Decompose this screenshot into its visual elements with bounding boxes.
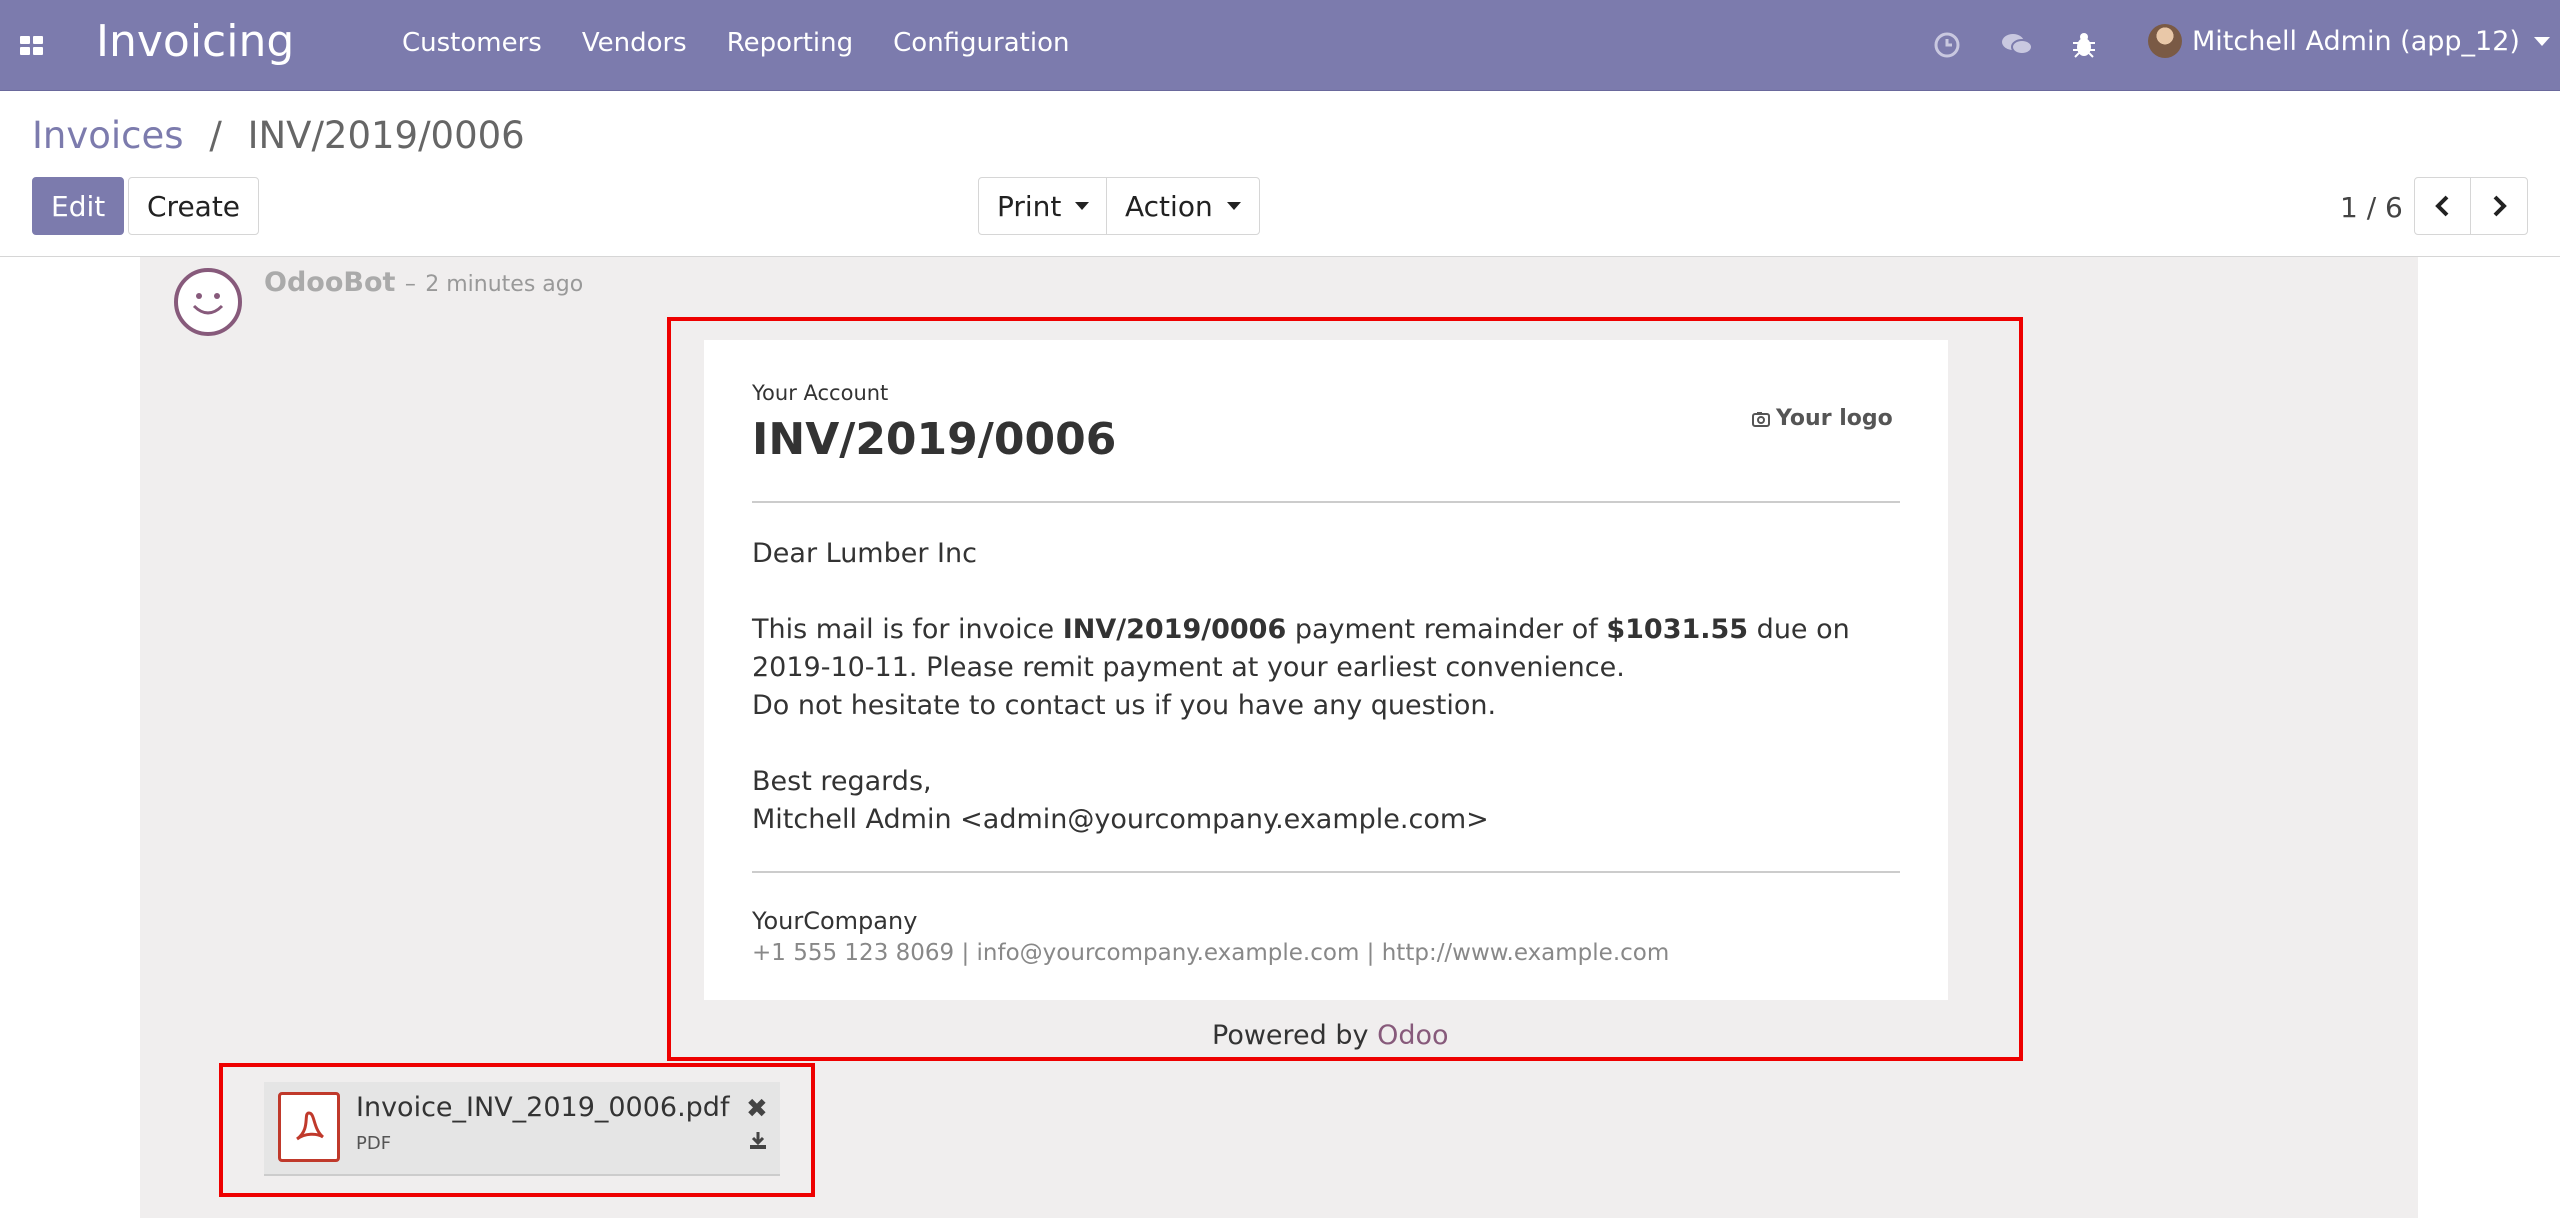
invoice-number: INV/2019/0006 bbox=[752, 414, 1117, 465]
bug-icon[interactable] bbox=[2067, 28, 2101, 62]
attachment-extension: PDF bbox=[356, 1133, 392, 1154]
pager-previous-button[interactable] bbox=[2414, 177, 2472, 235]
chevron-left-icon bbox=[2435, 195, 2449, 217]
breadcrumb-separator: / bbox=[209, 114, 222, 157]
account-label: Your Account bbox=[752, 381, 889, 405]
breadcrumb-current: INV/2019/0006 bbox=[247, 114, 525, 157]
mail-text: payment remainder of bbox=[1286, 614, 1607, 645]
acrobat-icon bbox=[296, 1111, 325, 1141]
mail-signature: Mitchell Admin <admin@yourcompany.exampl… bbox=[752, 804, 1489, 835]
menu-reporting[interactable]: Reporting bbox=[727, 28, 853, 58]
top-navbar: Invoicing Customers Vendors Reporting Co… bbox=[0, 0, 2560, 91]
mail-line-3: Do not hesitate to contact us if you hav… bbox=[752, 690, 1497, 721]
company-name: YourCompany bbox=[752, 907, 918, 935]
close-icon[interactable]: ✖ bbox=[746, 1094, 768, 1124]
mail-text: This mail is for invoice bbox=[752, 614, 1063, 645]
edit-button[interactable]: Edit bbox=[32, 177, 125, 235]
powered-by: Powered by Odoo bbox=[1212, 1020, 1449, 1051]
caret-down-icon bbox=[1226, 202, 1241, 210]
pdf-file-icon[interactable] bbox=[278, 1092, 340, 1162]
mail-divider-bottom bbox=[752, 871, 1900, 873]
app-title[interactable]: Invoicing bbox=[96, 16, 294, 67]
message-header: OdooBot – 2 minutes ago bbox=[264, 267, 583, 298]
chevron-right-icon bbox=[2493, 195, 2507, 217]
chat-icon[interactable] bbox=[2000, 28, 2034, 62]
mail-amount: $1031.55 bbox=[1606, 614, 1749, 645]
apps-menu-icon[interactable] bbox=[20, 36, 44, 56]
mail-greeting: Dear Lumber Inc bbox=[752, 538, 977, 569]
powered-by-text: Powered by bbox=[1212, 1020, 1369, 1051]
message-date: 2 minutes ago bbox=[425, 272, 584, 297]
action-label: Action bbox=[1125, 189, 1213, 223]
breadcrumb-invoices[interactable]: Invoices bbox=[32, 114, 184, 157]
mail-divider-top bbox=[752, 501, 1900, 503]
message-dash: – bbox=[404, 272, 416, 297]
mail-line-2: 2019-10-11. Please remit payment at your… bbox=[752, 652, 1625, 683]
mail-text: due on bbox=[1748, 614, 1850, 645]
odoobot-avatar bbox=[174, 268, 242, 336]
camera-icon bbox=[1752, 411, 1770, 427]
attachment-filename[interactable]: Invoice_INV_2019_0006.pdf bbox=[356, 1092, 729, 1123]
action-dropdown[interactable]: Action bbox=[1106, 177, 1260, 235]
main-menu: Customers Vendors Reporting Configuratio… bbox=[402, 28, 1069, 58]
pager-value[interactable]: 1 / 6 bbox=[2340, 191, 2403, 224]
pager-next-button[interactable] bbox=[2470, 177, 2528, 235]
user-name: Mitchell Admin (app_12) bbox=[2192, 25, 2520, 57]
company-contact: +1 555 123 8069 | info@yourcompany.examp… bbox=[752, 940, 1670, 966]
company-logo-placeholder: Your logo bbox=[1752, 406, 1893, 431]
clock-icon[interactable] bbox=[1930, 28, 1964, 62]
odoo-link[interactable]: Odoo bbox=[1377, 1020, 1448, 1051]
message-author[interactable]: OdooBot bbox=[264, 267, 395, 298]
mail-invoice-ref: INV/2019/0006 bbox=[1062, 614, 1287, 645]
download-icon[interactable] bbox=[748, 1130, 768, 1154]
menu-customers[interactable]: Customers bbox=[402, 28, 542, 58]
print-label: Print bbox=[997, 189, 1062, 223]
mail-line-1: This mail is for invoice INV/2019/0006 p… bbox=[752, 611, 1850, 649]
mail-regards: Best regards, bbox=[752, 766, 932, 797]
menu-vendors[interactable]: Vendors bbox=[582, 28, 687, 58]
logo-label: Your logo bbox=[1776, 406, 1893, 431]
avatar bbox=[2148, 24, 2182, 58]
caret-down-icon bbox=[1075, 202, 1090, 210]
create-button[interactable]: Create bbox=[128, 177, 260, 235]
smiley-icon bbox=[192, 293, 224, 315]
breadcrumb: Invoices / INV/2019/0006 bbox=[32, 114, 525, 157]
user-menu[interactable]: Mitchell Admin (app_12) bbox=[2148, 24, 2550, 58]
chevron-down-icon bbox=[2533, 36, 2550, 46]
menu-configuration[interactable]: Configuration bbox=[893, 28, 1069, 58]
print-dropdown[interactable]: Print bbox=[978, 177, 1109, 235]
